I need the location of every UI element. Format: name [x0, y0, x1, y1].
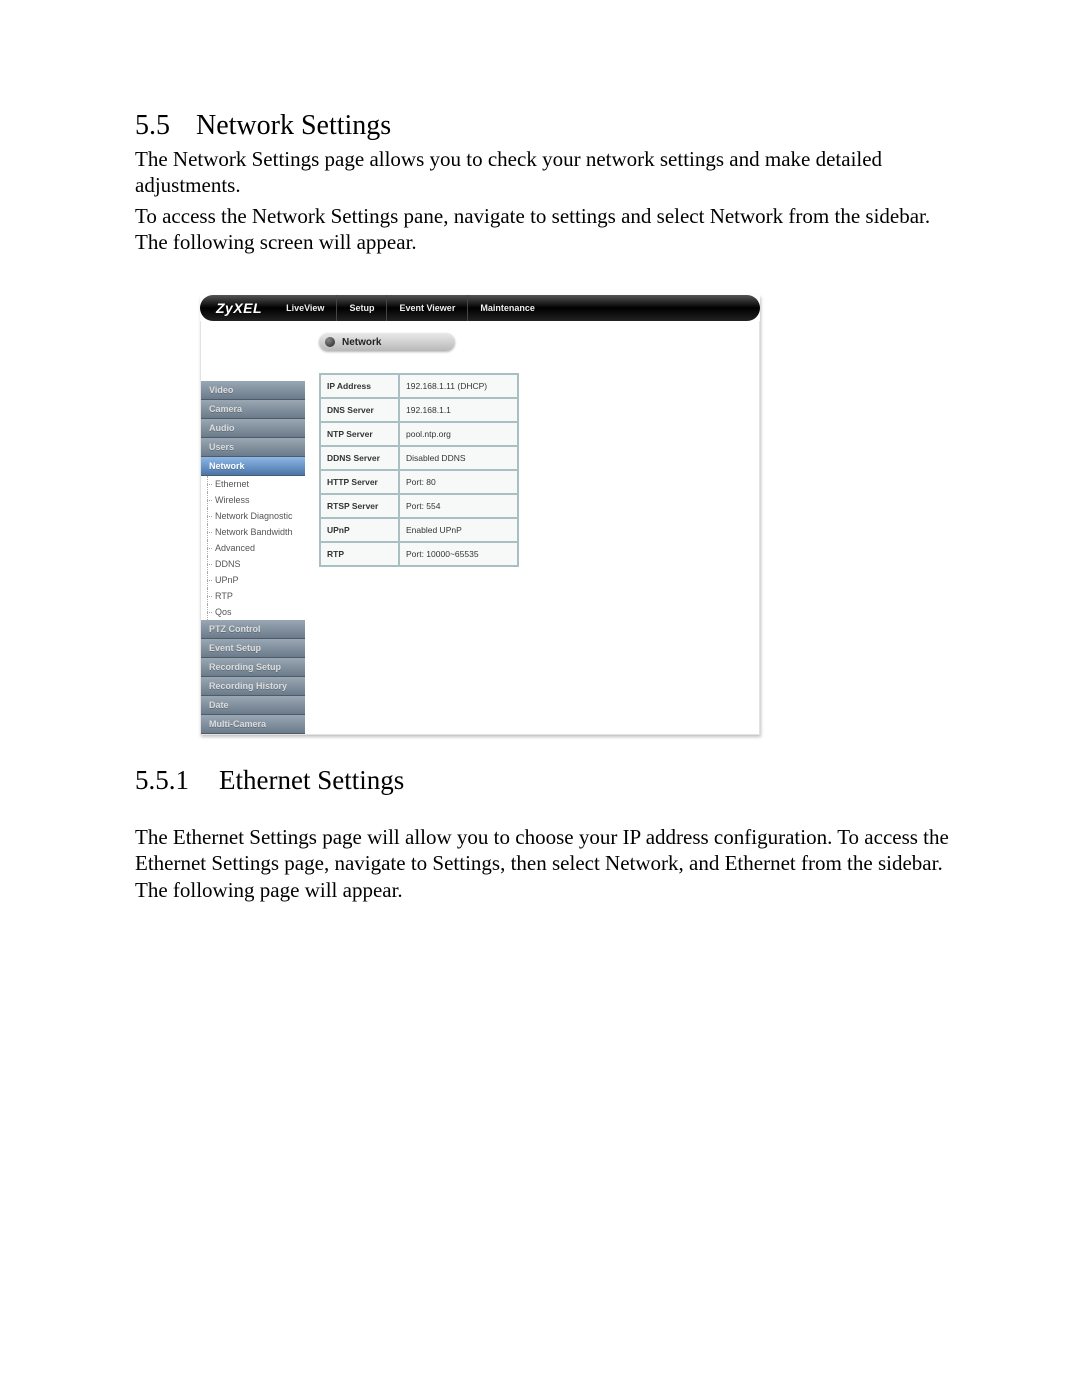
- content-header-pill: Network: [319, 333, 455, 351]
- section-para-2: To access the Network Settings pane, nav…: [135, 203, 950, 256]
- cell-key: RTP: [320, 542, 399, 566]
- table-row: NTP Serverpool.ntp.org: [320, 422, 518, 446]
- content-header-label: Network: [342, 337, 381, 348]
- cell-val: 192.168.1.1: [399, 398, 518, 422]
- cell-val: Port: 10000~65535: [399, 542, 518, 566]
- brand-logo: ZyXEL: [204, 300, 274, 316]
- cell-key: RTSP Server: [320, 494, 399, 518]
- cell-val: Enabled UPnP: [399, 518, 518, 542]
- table-row: IP Address192.168.1.11 (DHCP): [320, 374, 518, 398]
- sidebar-item-network[interactable]: Network: [201, 457, 305, 476]
- cell-key: UPnP: [320, 518, 399, 542]
- sidebar-item-users[interactable]: Users: [201, 438, 305, 457]
- cell-key: DNS Server: [320, 398, 399, 422]
- sidebar-item-event[interactable]: Event Setup: [201, 639, 305, 658]
- sidebar-sub-advanced[interactable]: Advanced: [201, 540, 305, 556]
- sidebar: Video Camera Audio Users Network Etherne…: [201, 321, 305, 734]
- topbar: ZyXEL LiveView Setup Event Viewer Mainte…: [200, 295, 760, 321]
- tab-eventviewer[interactable]: Event Viewer: [386, 295, 467, 321]
- sidebar-item-video[interactable]: Video: [201, 381, 305, 400]
- sidebar-item-ptz[interactable]: PTZ Control: [201, 620, 305, 639]
- cell-val: 192.168.1.11 (DHCP): [399, 374, 518, 398]
- table-row: UPnPEnabled UPnP: [320, 518, 518, 542]
- table-row: RTPPort: 10000~65535: [320, 542, 518, 566]
- table-row: DNS Server192.168.1.1: [320, 398, 518, 422]
- table-row: RTSP ServerPort: 554: [320, 494, 518, 518]
- cell-key: DDNS Server: [320, 446, 399, 470]
- table-row: DDNS ServerDisabled DDNS: [320, 446, 518, 470]
- sidebar-sub-wireless[interactable]: Wireless: [201, 492, 305, 508]
- section-number: 5.5: [135, 110, 170, 142]
- top-tabs: LiveView Setup Event Viewer Maintenance: [274, 295, 750, 321]
- dot-icon: [325, 337, 335, 347]
- section-para-1: The Network Settings page allows you to …: [135, 146, 950, 199]
- sidebar-item-date[interactable]: Date: [201, 696, 305, 715]
- cell-val: Port: 554: [399, 494, 518, 518]
- subsection-para: The Ethernet Settings page will allow yo…: [135, 824, 950, 903]
- sidebar-item-recsetup[interactable]: Recording Setup: [201, 658, 305, 677]
- sidebar-item-rechist[interactable]: Recording History: [201, 677, 305, 696]
- sidebar-sub-diagnostic[interactable]: Network Diagnostic: [201, 508, 305, 524]
- sidebar-sub-qos[interactable]: Qos: [201, 604, 305, 620]
- subsection-heading: 5.5.1 Ethernet Settings: [135, 765, 950, 796]
- section-heading: 5.5 Network Settings: [135, 110, 950, 142]
- section-title: Network Settings: [196, 110, 391, 141]
- sidebar-item-multicam[interactable]: Multi-Camera: [201, 715, 305, 734]
- sidebar-sub-rtp[interactable]: RTP: [201, 588, 305, 604]
- sidebar-sub-upnp[interactable]: UPnP: [201, 572, 305, 588]
- sidebar-item-camera[interactable]: Camera: [201, 400, 305, 419]
- tab-setup[interactable]: Setup: [336, 295, 386, 321]
- subsection-title: Ethernet Settings: [219, 765, 404, 795]
- ui-screenshot: ZyXEL LiveView Setup Event Viewer Mainte…: [200, 295, 950, 735]
- cell-val: Port: 80: [399, 470, 518, 494]
- cell-val: Disabled DDNS: [399, 446, 518, 470]
- sidebar-sub-ethernet[interactable]: Ethernet: [201, 476, 305, 492]
- cell-key: HTTP Server: [320, 470, 399, 494]
- cell-val: pool.ntp.org: [399, 422, 518, 446]
- table-row: HTTP ServerPort: 80: [320, 470, 518, 494]
- tab-liveview[interactable]: LiveView: [274, 295, 336, 321]
- subsection-number: 5.5.1: [135, 765, 189, 796]
- sidebar-item-audio[interactable]: Audio: [201, 419, 305, 438]
- network-summary-table: IP Address192.168.1.11 (DHCP) DNS Server…: [319, 373, 519, 567]
- sidebar-sub-ddns[interactable]: DDNS: [201, 556, 305, 572]
- content-pane: Network IP Address192.168.1.11 (DHCP) DN…: [305, 321, 759, 734]
- sidebar-sub-bandwidth[interactable]: Network Bandwidth: [201, 524, 305, 540]
- cell-key: IP Address: [320, 374, 399, 398]
- cell-key: NTP Server: [320, 422, 399, 446]
- tab-maintenance[interactable]: Maintenance: [467, 295, 547, 321]
